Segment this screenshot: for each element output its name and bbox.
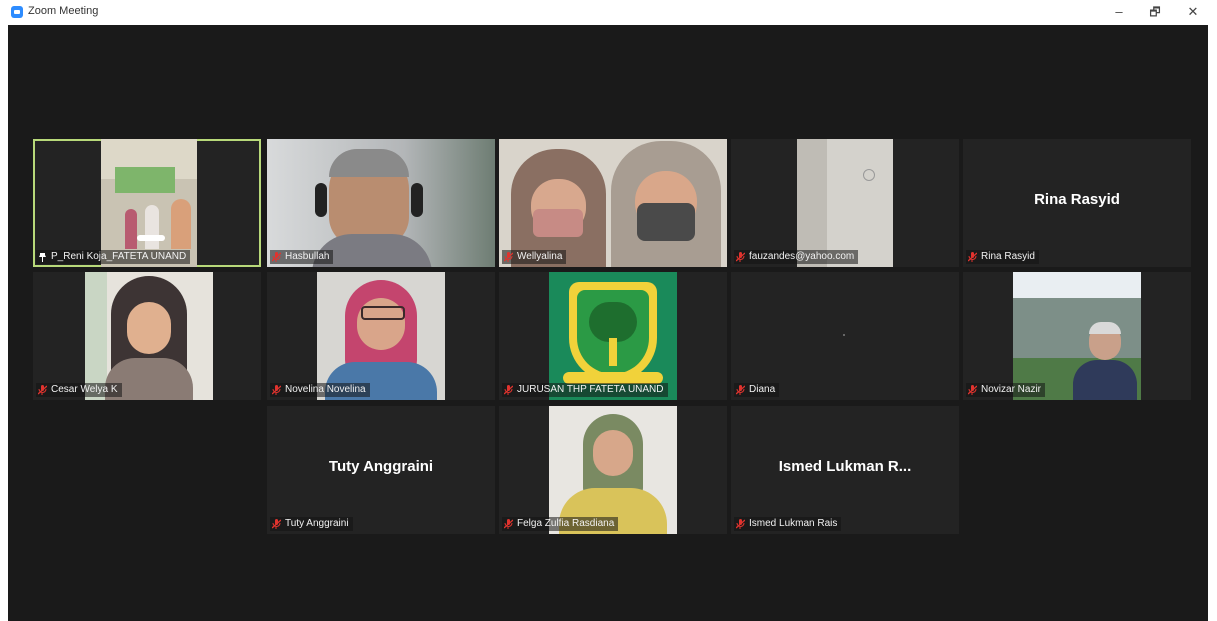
muted-mic-icon bbox=[968, 385, 977, 395]
name-tag: P_Reni Koja_FATETA UNAND bbox=[36, 250, 191, 264]
participant-name: Ismed Lukman Rais bbox=[749, 518, 838, 529]
name-tag: Cesar Welya K bbox=[36, 383, 122, 397]
muted-mic-icon bbox=[504, 519, 513, 529]
muted-mic-icon bbox=[736, 519, 745, 529]
participant-video bbox=[1013, 272, 1141, 400]
participant-name: Rina Rasyid bbox=[981, 251, 1035, 262]
participant-tile-fauzandes[interactable]: fauzandes@yahoo.com bbox=[731, 139, 959, 267]
pin-icon bbox=[38, 252, 47, 262]
participant-display-name: Ismed Lukman R... bbox=[778, 458, 912, 475]
participant-name: Wellyalina bbox=[517, 251, 563, 262]
participant-tile-reni[interactable]: P_Reni Koja_FATETA UNAND bbox=[33, 139, 261, 267]
participant-tile-jurusan-thp[interactable]: JURUSAN THP FATETA UNAND bbox=[499, 272, 727, 400]
participant-video bbox=[549, 272, 677, 400]
name-tag: Ismed Lukman Rais bbox=[734, 517, 842, 531]
muted-mic-icon bbox=[38, 385, 47, 395]
name-tag: Novelina Novelina bbox=[270, 383, 370, 397]
participant-tile-cesar[interactable]: Cesar Welya K bbox=[33, 272, 261, 400]
name-tag: JURUSAN THP FATETA UNAND bbox=[502, 383, 668, 397]
muted-mic-icon bbox=[736, 385, 745, 395]
participant-video bbox=[499, 139, 727, 267]
participant-tile-felga[interactable]: Felga Zulfia Rasdiana bbox=[499, 406, 727, 534]
participant-video bbox=[101, 139, 197, 267]
restore-button[interactable]: 🗗 bbox=[1143, 3, 1167, 21]
participant-tile-rina[interactable]: Rina Rasyid Rina Rasyid bbox=[963, 139, 1191, 267]
participant-tile-novelina[interactable]: Novelina Novelina bbox=[267, 272, 495, 400]
muted-mic-icon bbox=[272, 519, 281, 529]
participant-name: Novizar Nazir bbox=[981, 384, 1042, 395]
participant-tile-diana[interactable]: Diana bbox=[731, 272, 959, 400]
muted-mic-icon bbox=[968, 252, 977, 262]
participant-tile-tuty[interactable]: Tuty Anggraini Tuty Anggraini bbox=[267, 406, 495, 534]
zoom-app-icon bbox=[11, 6, 23, 18]
window-title: Zoom Meeting bbox=[28, 5, 99, 17]
name-tag: Tuty Anggraini bbox=[270, 517, 353, 531]
participant-name: Diana bbox=[749, 384, 776, 395]
participant-display-name: Tuty Anggraini bbox=[328, 458, 434, 475]
participant-video bbox=[549, 406, 677, 534]
gallery-view: P_Reni Koja_FATETA UNAND Hasbullah Welly… bbox=[8, 25, 1208, 621]
participant-video bbox=[317, 272, 445, 400]
participant-display-name: Rina Rasyid bbox=[1034, 191, 1120, 208]
participant-name: Cesar Welya K bbox=[51, 384, 118, 395]
participant-name: Hasbullah bbox=[285, 251, 330, 262]
participant-name: JURUSAN THP FATETA UNAND bbox=[517, 384, 664, 395]
name-tag: Hasbullah bbox=[270, 250, 334, 264]
muted-mic-icon bbox=[504, 385, 513, 395]
participant-name: P_Reni Koja_FATETA UNAND bbox=[51, 251, 187, 262]
participant-tile-hasbullah[interactable]: Hasbullah bbox=[267, 139, 495, 267]
minimize-button[interactable]: – bbox=[1107, 3, 1131, 21]
participant-name: Tuty Anggraini bbox=[285, 518, 349, 529]
name-tag: Novizar Nazir bbox=[966, 383, 1046, 397]
name-tag: fauzandes@yahoo.com bbox=[734, 250, 859, 264]
muted-mic-icon bbox=[504, 252, 513, 262]
muted-mic-icon bbox=[272, 252, 281, 262]
participant-tile-ismed[interactable]: Ismed Lukman R... Ismed Lukman Rais bbox=[731, 406, 959, 534]
muted-mic-icon bbox=[736, 252, 745, 262]
name-tag: Diana bbox=[734, 383, 780, 397]
name-tag: Rina Rasyid bbox=[966, 250, 1039, 264]
name-tag: Wellyalina bbox=[502, 250, 567, 264]
participant-video bbox=[267, 139, 495, 267]
close-button[interactable]: ✕ bbox=[1181, 3, 1205, 21]
name-tag: Felga Zulfia Rasdiana bbox=[502, 517, 619, 531]
title-bar: Zoom Meeting – 🗗 ✕ bbox=[0, 0, 1217, 24]
participant-tile-novizar[interactable]: Novizar Nazir bbox=[963, 272, 1191, 400]
muted-mic-icon bbox=[272, 385, 281, 395]
participant-video bbox=[797, 139, 893, 267]
participant-name: fauzandes@yahoo.com bbox=[749, 251, 855, 262]
participant-name: Felga Zulfia Rasdiana bbox=[517, 518, 615, 529]
participant-video bbox=[85, 272, 213, 400]
participant-name: Novelina Novelina bbox=[285, 384, 366, 395]
participant-tile-wellyalina[interactable]: Wellyalina bbox=[499, 139, 727, 267]
